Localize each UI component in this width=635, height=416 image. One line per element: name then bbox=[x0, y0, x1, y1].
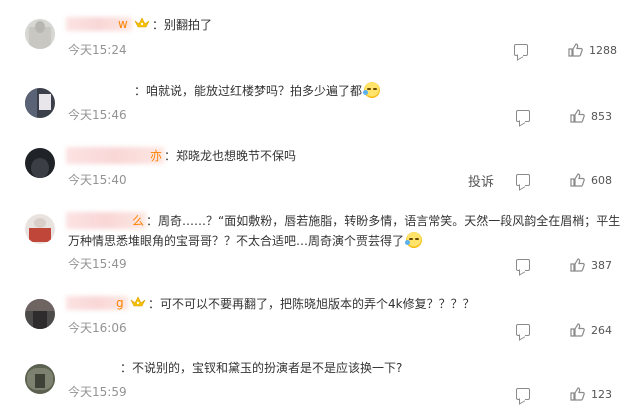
reply-icon[interactable] bbox=[516, 174, 530, 186]
avatar[interactable] bbox=[25, 88, 55, 118]
like-count: 264 bbox=[591, 323, 612, 337]
comment-text: 不说别的，宝钗和黛玉的扮演者是不是应该换一下? bbox=[132, 360, 403, 375]
username[interactable]: g bbox=[66, 296, 128, 310]
comment-text: 别翻拍了 bbox=[164, 17, 213, 32]
comment-item: ： 咱就说，能放过红楼梦吗？拍多少遍了都 今天15:46 853 bbox=[0, 80, 635, 130]
comment-time: 今天15:59 bbox=[68, 385, 127, 399]
comment-text: 郑晓龙也想晚节不保吗 bbox=[176, 148, 297, 163]
comment-item: w ： 别翻拍了 今天15:24 1288 bbox=[0, 14, 635, 64]
comment-text: 咱就说，能放过红楼梦吗？拍多少遍了都 bbox=[146, 83, 363, 98]
report-link[interactable]: 投诉 bbox=[468, 171, 494, 190]
like-count: 1288 bbox=[589, 43, 617, 57]
avatar[interactable] bbox=[25, 214, 55, 244]
comment-item: 亦 ： 郑晓龙也想晚节不保吗 今天15:40 投诉 608 bbox=[0, 145, 635, 195]
like-count: 608 bbox=[591, 173, 612, 187]
laugh-cry-emoji-icon bbox=[363, 82, 381, 98]
laugh-cry-emoji-icon bbox=[405, 232, 423, 248]
comment-time: 今天15:40 bbox=[68, 173, 127, 187]
like-count: 123 bbox=[591, 387, 612, 401]
comment-text: 可不可以不要再翻了，把陈晓旭版本的弄个4k修复？？？？ bbox=[160, 296, 475, 311]
comment-time: 今天15:24 bbox=[68, 43, 127, 57]
comment-item: 么 ： 周奇……？“面如敷粉，唇若施脂，转盼多情，语言常笑。天然一段风韵全在眉梢… bbox=[0, 210, 635, 278]
like-icon[interactable] bbox=[570, 323, 585, 337]
avatar[interactable] bbox=[25, 364, 55, 394]
like-icon[interactable] bbox=[568, 43, 583, 57]
like-icon[interactable] bbox=[570, 387, 585, 401]
avatar[interactable] bbox=[25, 19, 55, 49]
avatar[interactable] bbox=[25, 148, 55, 178]
comment-time: 今天15:46 bbox=[68, 108, 127, 122]
vip-crown-icon bbox=[134, 17, 150, 31]
username[interactable]: 亦 bbox=[66, 146, 164, 164]
like-icon[interactable] bbox=[570, 109, 585, 123]
like-count: 387 bbox=[591, 258, 612, 272]
like-count: 853 bbox=[591, 109, 612, 123]
username[interactable]: 么 bbox=[66, 211, 146, 229]
avatar[interactable] bbox=[25, 299, 55, 329]
reply-icon[interactable] bbox=[516, 324, 530, 336]
comment-text-continued: 万种情思悉堆眼角的宝哥哥？？不太合适吧…周奇演个贾芸得了 bbox=[68, 233, 405, 248]
comment-item: ： 不说别的，宝钗和黛玉的扮演者是不是应该换一下? 今天15:59 123 bbox=[0, 357, 635, 407]
comment-time: 今天16:06 bbox=[68, 321, 127, 335]
username[interactable]: w bbox=[66, 17, 132, 31]
like-icon[interactable] bbox=[570, 173, 585, 187]
reply-icon[interactable] bbox=[516, 259, 530, 271]
vip-crown-icon bbox=[130, 296, 146, 310]
reply-icon[interactable] bbox=[514, 44, 528, 56]
reply-icon[interactable] bbox=[516, 110, 530, 122]
comment-item: g ： 可不可以不要再翻了，把陈晓旭版本的弄个4k修复？？？？ 今天16:06 … bbox=[0, 293, 635, 343]
like-icon[interactable] bbox=[570, 258, 585, 272]
comment-time: 今天15:49 bbox=[68, 257, 127, 271]
comment-text: 周奇……？“面如敷粉，唇若施脂，转盼多情，语言常笑。天然一段风韵全在眉梢；平生 bbox=[158, 213, 621, 228]
reply-icon[interactable] bbox=[516, 388, 530, 400]
